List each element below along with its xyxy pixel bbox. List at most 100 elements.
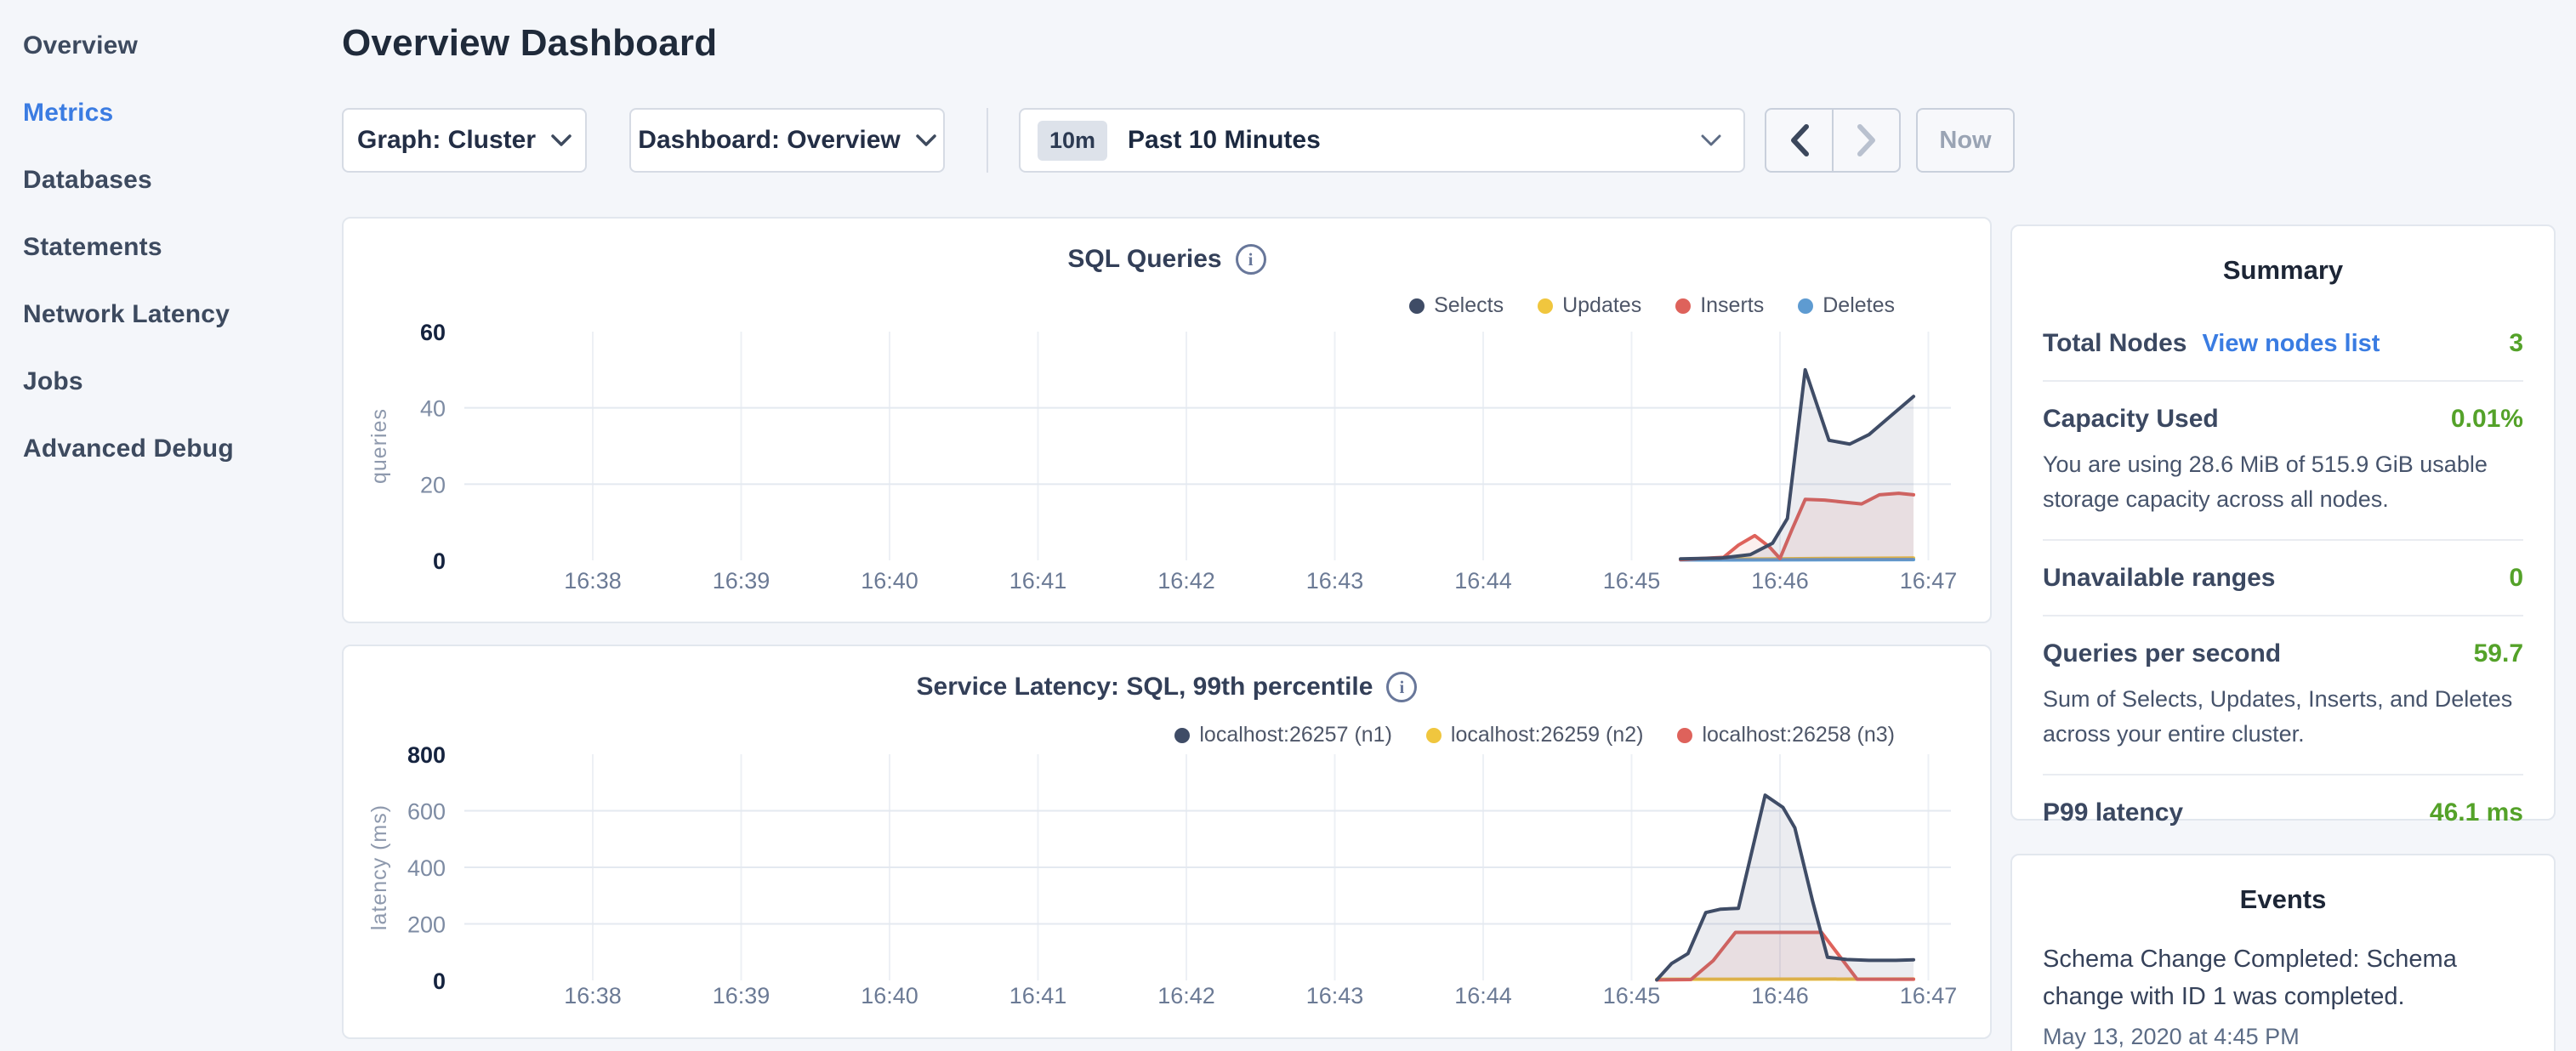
event-item[interactable]: Schema Change Completed: Schema change w…: [2043, 940, 2523, 1050]
dashboard-dropdown-label: Dashboard: Overview: [638, 126, 900, 155]
svg-text:16:41: 16:41: [1009, 568, 1067, 594]
svg-text:400: 400: [407, 855, 446, 881]
time-range-selector[interactable]: 10m Past 10 Minutes: [1019, 108, 1745, 173]
svg-text:16:40: 16:40: [861, 568, 918, 594]
legend-label: Inserts: [1700, 293, 1764, 318]
controls-divider: [987, 108, 988, 173]
legend-label: Deletes: [1823, 293, 1895, 318]
chevron-down-icon: [1701, 134, 1721, 146]
svg-text:0: 0: [433, 969, 446, 994]
svg-text:16:42: 16:42: [1157, 983, 1215, 1008]
legend-dot-icon: [1538, 298, 1553, 314]
svg-text:16:47: 16:47: [1900, 983, 1958, 1008]
sidebar-item-advanced-debug[interactable]: Advanced Debug: [23, 415, 323, 482]
summary-row-label: Capacity Used: [2043, 405, 2219, 434]
svg-text:16:39: 16:39: [713, 568, 771, 594]
legend-item: Deletes: [1798, 293, 1895, 318]
prev-time-button[interactable]: [1766, 110, 1834, 171]
svg-text:800: 800: [407, 742, 446, 768]
svg-text:16:46: 16:46: [1751, 568, 1809, 594]
sidebar: OverviewMetricsDatabasesStatementsNetwor…: [0, 0, 323, 482]
sidebar-item-network-latency[interactable]: Network Latency: [23, 281, 323, 348]
event-text: Schema Change Completed: Schema change w…: [2043, 940, 2523, 1015]
chart-header: SQL Queries i: [344, 244, 1990, 275]
legend-item: Updates: [1538, 293, 1641, 318]
legend-dot-icon: [1798, 298, 1813, 314]
svg-text:60: 60: [420, 320, 446, 345]
svg-text:16:39: 16:39: [713, 983, 771, 1008]
summary-row-label: Queries per second: [2043, 639, 2281, 668]
summary-row: Capacity Used 0.01% You are using 28.6 MiB…: [2043, 382, 2523, 541]
chart-title: Service Latency: SQL, 99th percentile: [917, 673, 1373, 702]
graph-dropdown[interactable]: Graph: Cluster: [342, 108, 587, 173]
svg-text:16:46: 16:46: [1751, 983, 1809, 1008]
summary-row: P99 latency 46.1 ms: [2043, 775, 2523, 849]
events-title: Events: [2043, 884, 2523, 915]
svg-text:queries: queries: [367, 408, 391, 484]
service-latency-plot: 16:38 16:39 16:40 16:41 16:42 16:43 16:44 16:45…: [344, 740, 1993, 1041]
summary-row-label: P99 latency: [2043, 798, 2183, 827]
chevron-right-icon: [1856, 123, 1878, 157]
svg-text:16:38: 16:38: [564, 983, 622, 1008]
svg-text:16:40: 16:40: [861, 983, 918, 1008]
summary-row-value: 46.1 ms: [2430, 798, 2523, 827]
svg-text:40: 40: [420, 396, 446, 422]
next-time-button[interactable]: [1834, 110, 1899, 171]
summary-row-description: You are using 28.6 MiB of 515.9 GiB usab…: [2043, 447, 2523, 517]
summary-title: Summary: [2043, 255, 2523, 286]
summary-row-label: Unavailable ranges: [2043, 564, 2275, 593]
svg-text:16:43: 16:43: [1306, 983, 1364, 1008]
svg-text:16:44: 16:44: [1454, 568, 1512, 594]
dashboard-dropdown[interactable]: Dashboard: Overview: [629, 108, 945, 173]
summary-row: Total Nodes View nodes list 3: [2043, 306, 2523, 382]
time-step-buttons: [1765, 108, 1901, 173]
sidebar-item-jobs[interactable]: Jobs: [23, 348, 323, 415]
svg-text:16:43: 16:43: [1306, 568, 1364, 594]
chevron-left-icon: [1788, 123, 1811, 157]
events-panel: Events Schema Change Completed: Schema c…: [2010, 854, 2556, 1051]
time-range-label: Past 10 Minutes: [1128, 126, 1321, 155]
info-icon[interactable]: i: [1386, 672, 1417, 702]
summary-row-value: 0: [2509, 564, 2523, 593]
sidebar-item-statements[interactable]: Statements: [23, 213, 323, 281]
summary-row-label: Total Nodes: [2043, 329, 2186, 358]
chevron-down-icon: [551, 134, 571, 146]
svg-text:16:45: 16:45: [1603, 983, 1661, 1008]
view-nodes-list-link[interactable]: View nodes list: [2202, 330, 2380, 358]
chart-title: SQL Queries: [1067, 245, 1221, 274]
svg-text:600: 600: [407, 799, 446, 825]
legend-item: Inserts: [1675, 293, 1764, 318]
time-range-badge: 10m: [1038, 121, 1107, 161]
event-timestamp: May 13, 2020 at 4:45 PM: [2043, 1024, 2523, 1050]
summary-row-value: 59.7: [2474, 639, 2523, 668]
sql-queries-chart-card: SQL Queries i Selects Updates Inserts Delet…: [342, 217, 1992, 623]
sidebar-item-overview[interactable]: Overview: [23, 12, 323, 79]
summary-row-value: 3: [2509, 329, 2523, 358]
page-title: Overview Dashboard: [342, 22, 717, 65]
summary-row-value: 0.01%: [2451, 405, 2523, 434]
svg-text:200: 200: [407, 912, 446, 938]
svg-text:20: 20: [420, 472, 446, 497]
svg-text:latency (ms): latency (ms): [367, 804, 391, 930]
summary-panel: Summary Total Nodes View nodes list 3 Capac…: [2010, 224, 2556, 821]
sql-queries-plot: 16:38 16:39 16:40 16:41 16:42 16:43 16:44 16:45…: [344, 316, 1993, 625]
graph-dropdown-label: Graph: Cluster: [357, 126, 536, 155]
svg-text:16:44: 16:44: [1454, 983, 1512, 1008]
info-icon[interactable]: i: [1236, 244, 1266, 275]
svg-text:0: 0: [433, 548, 446, 574]
svg-text:16:45: 16:45: [1603, 568, 1661, 594]
summary-row-description: Sum of Selects, Updates, Inserts, and De…: [2043, 682, 2523, 752]
legend-label: Selects: [1434, 293, 1504, 318]
controls-row: Graph: Cluster Dashboard: Overview 10m P…: [0, 108, 2576, 173]
svg-text:16:47: 16:47: [1900, 568, 1958, 594]
svg-text:16:41: 16:41: [1009, 983, 1067, 1008]
legend-label: Updates: [1562, 293, 1641, 318]
svg-text:16:42: 16:42: [1157, 568, 1215, 594]
now-button[interactable]: Now: [1916, 108, 2015, 173]
legend-item: Selects: [1409, 293, 1504, 318]
summary-row: Unavailable ranges 0: [2043, 541, 2523, 616]
summary-row: Queries per second 59.7 Sum of Selects, Up…: [2043, 616, 2523, 775]
service-latency-chart-card: Service Latency: SQL, 99th percentile i …: [342, 645, 1992, 1039]
svg-text:16:38: 16:38: [564, 568, 622, 594]
legend-dot-icon: [1409, 298, 1424, 314]
